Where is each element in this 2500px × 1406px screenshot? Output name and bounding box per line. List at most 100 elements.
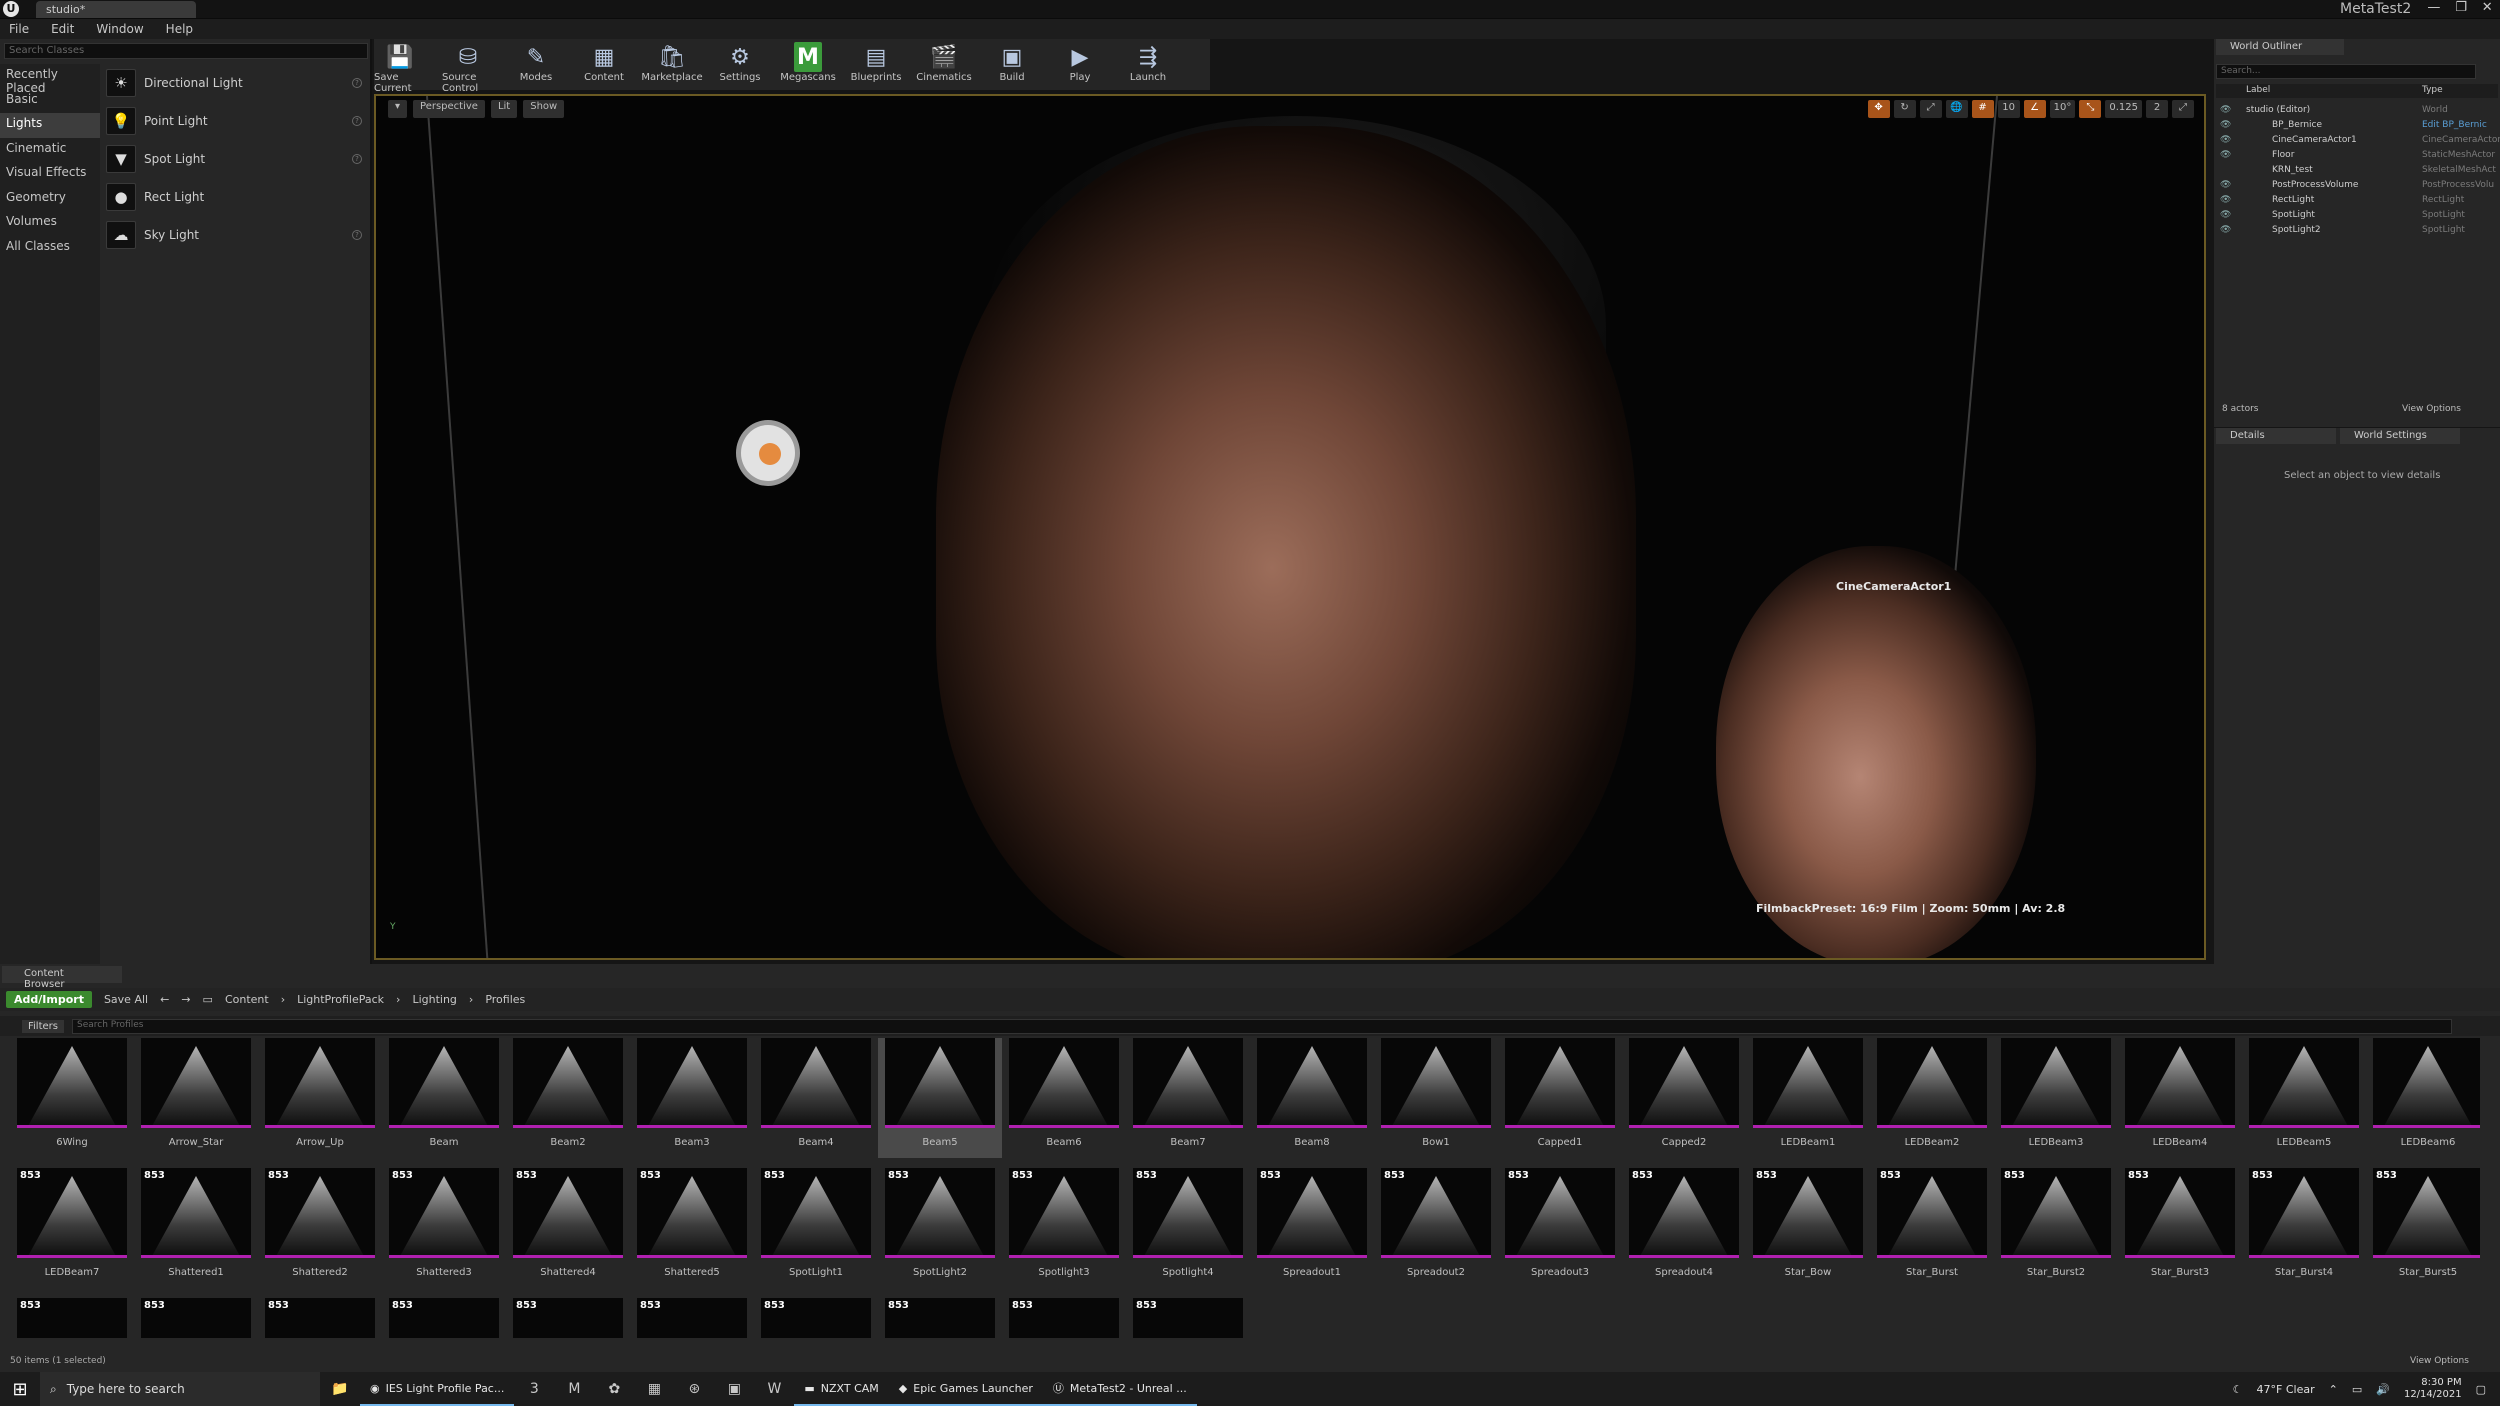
asset-tile[interactable]: 853 Shattered5 — [630, 1168, 754, 1288]
asset-tile[interactable]: 853 Shattered2 — [258, 1168, 382, 1288]
visibility-eye-icon[interactable]: 👁 — [2220, 105, 2231, 115]
scale-snap-value[interactable]: 0.125 — [2105, 100, 2142, 118]
breadcrumb-content[interactable]: Content — [225, 993, 269, 1006]
marketplace-button[interactable]: 🛍 Marketplace — [641, 42, 702, 84]
visibility-eye-icon[interactable]: 👁 — [2220, 195, 2231, 205]
world-outliner-tab[interactable]: World Outliner — [2216, 39, 2344, 55]
menu-window[interactable]: Window — [96, 22, 143, 36]
asset-tile[interactable]: 853 Star_Burst3 — [2118, 1168, 2242, 1288]
asset-tile[interactable]: LEDBeam1 — [1746, 1038, 1870, 1158]
close-button[interactable]: ✕ — [2482, 0, 2493, 19]
asset-tile[interactable]: Capped2 — [1622, 1038, 1746, 1158]
asset-tile[interactable]: Beam6 — [1002, 1038, 1126, 1158]
asset-tile[interactable]: Beam3 — [630, 1038, 754, 1158]
category-lights[interactable]: Lights — [0, 113, 100, 138]
filters-button[interactable]: Filters — [22, 1019, 64, 1033]
clock[interactable]: 8:30 PM 12/14/2021 — [2404, 1377, 2462, 1401]
asset-tile[interactable]: 853 — [1002, 1298, 1126, 1342]
asset-tile[interactable]: LEDBeam2 — [1870, 1038, 1994, 1158]
content-button[interactable]: ▦ Content — [578, 42, 630, 84]
app-icon-green[interactable]: ✿ — [594, 1372, 634, 1406]
asset-tile[interactable]: 853 Spreadout2 — [1374, 1168, 1498, 1288]
asset-tile[interactable]: Beam2 — [506, 1038, 630, 1158]
asset-tile[interactable]: 853 — [134, 1298, 258, 1342]
maximize-button[interactable]: ❐ — [2455, 0, 2467, 19]
outliner-row[interactable]: 👁 studio (Editor) World — [2216, 102, 2498, 117]
asset-tile[interactable]: Arrow_Up — [258, 1038, 382, 1158]
help-icon[interactable]: ? — [352, 78, 362, 88]
rotation-snap-value[interactable]: 10° — [2049, 100, 2076, 118]
help-icon[interactable]: ? — [352, 116, 362, 126]
rotate-icon[interactable]: ↻ — [1893, 100, 1916, 118]
asset-tile[interactable]: 853 Spotlight4 — [1126, 1168, 1250, 1288]
visibility-eye-icon[interactable]: 👁 — [2220, 120, 2231, 130]
breadcrumb-lightprofilepack[interactable]: LightProfilePack — [297, 993, 384, 1006]
sky-light-item[interactable]: ☁ Sky Light? — [100, 216, 370, 254]
category-all-classes[interactable]: All Classes — [0, 236, 100, 261]
save-all-button[interactable]: Save All — [104, 993, 148, 1006]
tab-details[interactable]: Details — [2216, 428, 2336, 444]
asset-tile[interactable]: 853 — [506, 1298, 630, 1342]
visibility-eye-icon[interactable]: 👁 — [2220, 150, 2231, 160]
row-type-link[interactable]: Edit BP_Bernic — [2422, 120, 2487, 130]
forward-arrow-icon[interactable]: → — [181, 993, 190, 1006]
rect-light-item[interactable]: ● Rect Light — [100, 178, 370, 216]
asset-tile[interactable]: Bow1 — [1374, 1038, 1498, 1158]
asset-tile[interactable]: LEDBeam5 — [2242, 1038, 2366, 1158]
asset-tile[interactable]: LEDBeam3 — [1994, 1038, 2118, 1158]
megascans-button[interactable]: M Megascans — [780, 42, 836, 83]
weather-text[interactable]: 47°F Clear — [2257, 1383, 2315, 1396]
directional-light-item[interactable]: ☀ Directional Light? — [100, 64, 370, 102]
tray-chevron-icon[interactable]: ⌃ — [2329, 1383, 2338, 1396]
type-column-header[interactable]: Type — [2422, 85, 2443, 95]
menu-file[interactable]: File — [9, 22, 29, 36]
network-icon[interactable]: ▭ — [2352, 1383, 2362, 1396]
outliner-row[interactable]: 👁 SpotLight SpotLight — [2216, 207, 2498, 222]
asset-tile[interactable]: 853 Shattered4 — [506, 1168, 630, 1288]
asset-tile[interactable]: 853 SpotLight1 — [754, 1168, 878, 1288]
breadcrumb-profiles[interactable]: Profiles — [485, 993, 525, 1006]
scale-snap-icon[interactable]: ⤡ — [2079, 100, 2102, 118]
outliner-row[interactable]: 👁 BP_Bernice Edit BP_Bernic — [2216, 117, 2498, 132]
menu-edit[interactable]: Edit — [51, 22, 74, 36]
settings-button[interactable]: ⚙ Settings — [714, 42, 766, 84]
rotation-snap-icon[interactable]: ∠ — [2023, 100, 2046, 118]
cinematics-button[interactable]: 🎬 Cinematics — [916, 42, 972, 84]
taskbar-unreal[interactable]: Ⓤ MetaTest2 - Unreal ... — [1042, 1372, 1197, 1406]
app-icon-m[interactable]: M — [554, 1372, 594, 1406]
asset-tile[interactable]: Capped1 — [1498, 1038, 1622, 1158]
asset-tile[interactable]: 853 Shattered1 — [134, 1168, 258, 1288]
notifications-icon[interactable]: ▢ — [2476, 1383, 2486, 1396]
outliner-row[interactable]: 👁 Floor StaticMeshActor — [2216, 147, 2498, 162]
asset-tile[interactable]: Beam4 — [754, 1038, 878, 1158]
breadcrumb-lighting[interactable]: Lighting — [412, 993, 456, 1006]
outliner-search-input[interactable]: Search... — [2216, 64, 2476, 79]
volume-icon[interactable]: 🔊 — [2376, 1383, 2390, 1396]
translate-icon[interactable]: ✥ — [1867, 100, 1890, 118]
category-recently-placed[interactable]: Recently Placed — [0, 64, 100, 95]
asset-tile[interactable]: LEDBeam6 — [2366, 1038, 2480, 1158]
outliner-row[interactable]: 👁 CineCameraActor1 CineCameraActor — [2216, 132, 2500, 147]
asset-tile[interactable]: 853 Star_Burst2 — [1994, 1168, 2118, 1288]
asset-tile[interactable]: 853 Star_Burst — [1870, 1168, 1994, 1288]
asset-tile[interactable]: 6Wing — [10, 1038, 134, 1158]
asset-tile[interactable]: 853 Shattered3 — [382, 1168, 506, 1288]
app-icon-store[interactable]: ▣ — [714, 1372, 754, 1406]
maximize-viewport-icon[interactable]: ⤢ — [2172, 100, 2194, 118]
asset-tile[interactable]: LEDBeam4 — [2118, 1038, 2242, 1158]
viewport-menu-button[interactable]: ▾ — [388, 100, 408, 118]
asset-tile[interactable]: 853 LEDBeam7 — [10, 1168, 134, 1288]
camera-speed-button[interactable]: 2 — [2146, 100, 2168, 118]
minimize-button[interactable]: — — [2427, 0, 2440, 19]
asset-tile[interactable]: 853 Star_Burst5 — [2366, 1168, 2480, 1288]
asset-tile[interactable]: Beam8 — [1250, 1038, 1374, 1158]
lit-button[interactable]: Lit — [490, 100, 518, 118]
launch-button[interactable]: ⇶ Launch — [1122, 42, 1174, 84]
search-classes-input[interactable]: Search Classes — [4, 43, 368, 59]
scale-icon[interactable]: ⤢ — [1919, 100, 1942, 118]
back-arrow-icon[interactable]: ← — [160, 993, 169, 1006]
asset-tile[interactable]: Beam7 — [1126, 1038, 1250, 1158]
source-control-button[interactable]: ⛁ Source Control — [442, 42, 494, 95]
asset-tile[interactable]: 853 SpotLight2 — [878, 1168, 1002, 1288]
visibility-eye-icon[interactable]: 👁 — [2220, 135, 2231, 145]
